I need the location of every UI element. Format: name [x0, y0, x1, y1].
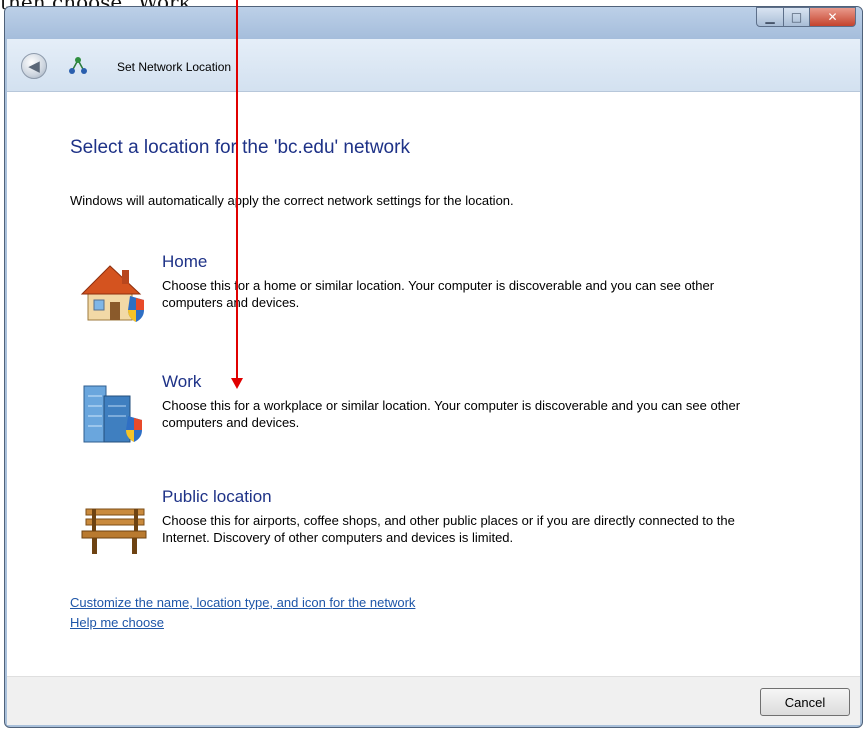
cancel-button[interactable]: Cancel [760, 688, 850, 716]
minimize-button[interactable]: ▁ [756, 7, 784, 27]
option-public-description: Choose this for airports, coffee shops, … [162, 513, 735, 545]
annotation-arrow-line [236, 0, 238, 380]
network-icon [69, 57, 87, 74]
option-home-title: Home [162, 252, 208, 271]
window-title: Set Network Location [117, 60, 232, 74]
close-button[interactable]: ✕ [810, 7, 856, 27]
office-building-icon [83, 385, 142, 443]
close-icon: ✕ [827, 10, 838, 24]
customize-network-link[interactable]: Customize the name, location type, and i… [70, 595, 415, 610]
dialog-footer: Cancel [7, 676, 860, 725]
option-work[interactable]: Work Choose this for a workplace or simi… [75, 372, 755, 462]
option-home[interactable]: Home Choose this for a home or similar l… [75, 252, 755, 342]
title-bar[interactable]: ▁ □ ✕ [5, 7, 862, 39]
instruction-text: Windows will automatically apply the cor… [70, 193, 514, 208]
minimize-icon: ▁ [765, 10, 775, 24]
option-home-description: Choose this for a home or similar locati… [162, 278, 715, 310]
option-work-title: Work [162, 372, 202, 391]
annotation-arrow-head [231, 378, 243, 389]
option-public-title: Public location [162, 487, 272, 506]
option-public-location[interactable]: Public location Choose this for airports… [75, 487, 755, 577]
option-work-description: Choose this for a workplace or similar l… [162, 398, 741, 430]
wizard-header: ◀ Set Network Location [7, 39, 860, 92]
maximize-button[interactable]: □ [784, 7, 810, 27]
park-bench-icon [81, 508, 147, 554]
house-icon [80, 265, 144, 322]
content-area: Select a location for the 'bc.edu' netwo… [7, 92, 860, 677]
maximize-icon: □ [790, 10, 803, 24]
window-controls: ▁ □ ✕ [756, 7, 856, 27]
back-arrow-icon: ◀ [28, 57, 40, 75]
back-button[interactable]: ◀ [21, 53, 47, 79]
help-me-choose-link[interactable]: Help me choose [70, 615, 164, 630]
dialog-window: ▁ □ ✕ ◀ Set Network Location Select a lo… [4, 6, 863, 728]
page-heading: Select a location for the 'bc.edu' netwo… [70, 137, 410, 158]
